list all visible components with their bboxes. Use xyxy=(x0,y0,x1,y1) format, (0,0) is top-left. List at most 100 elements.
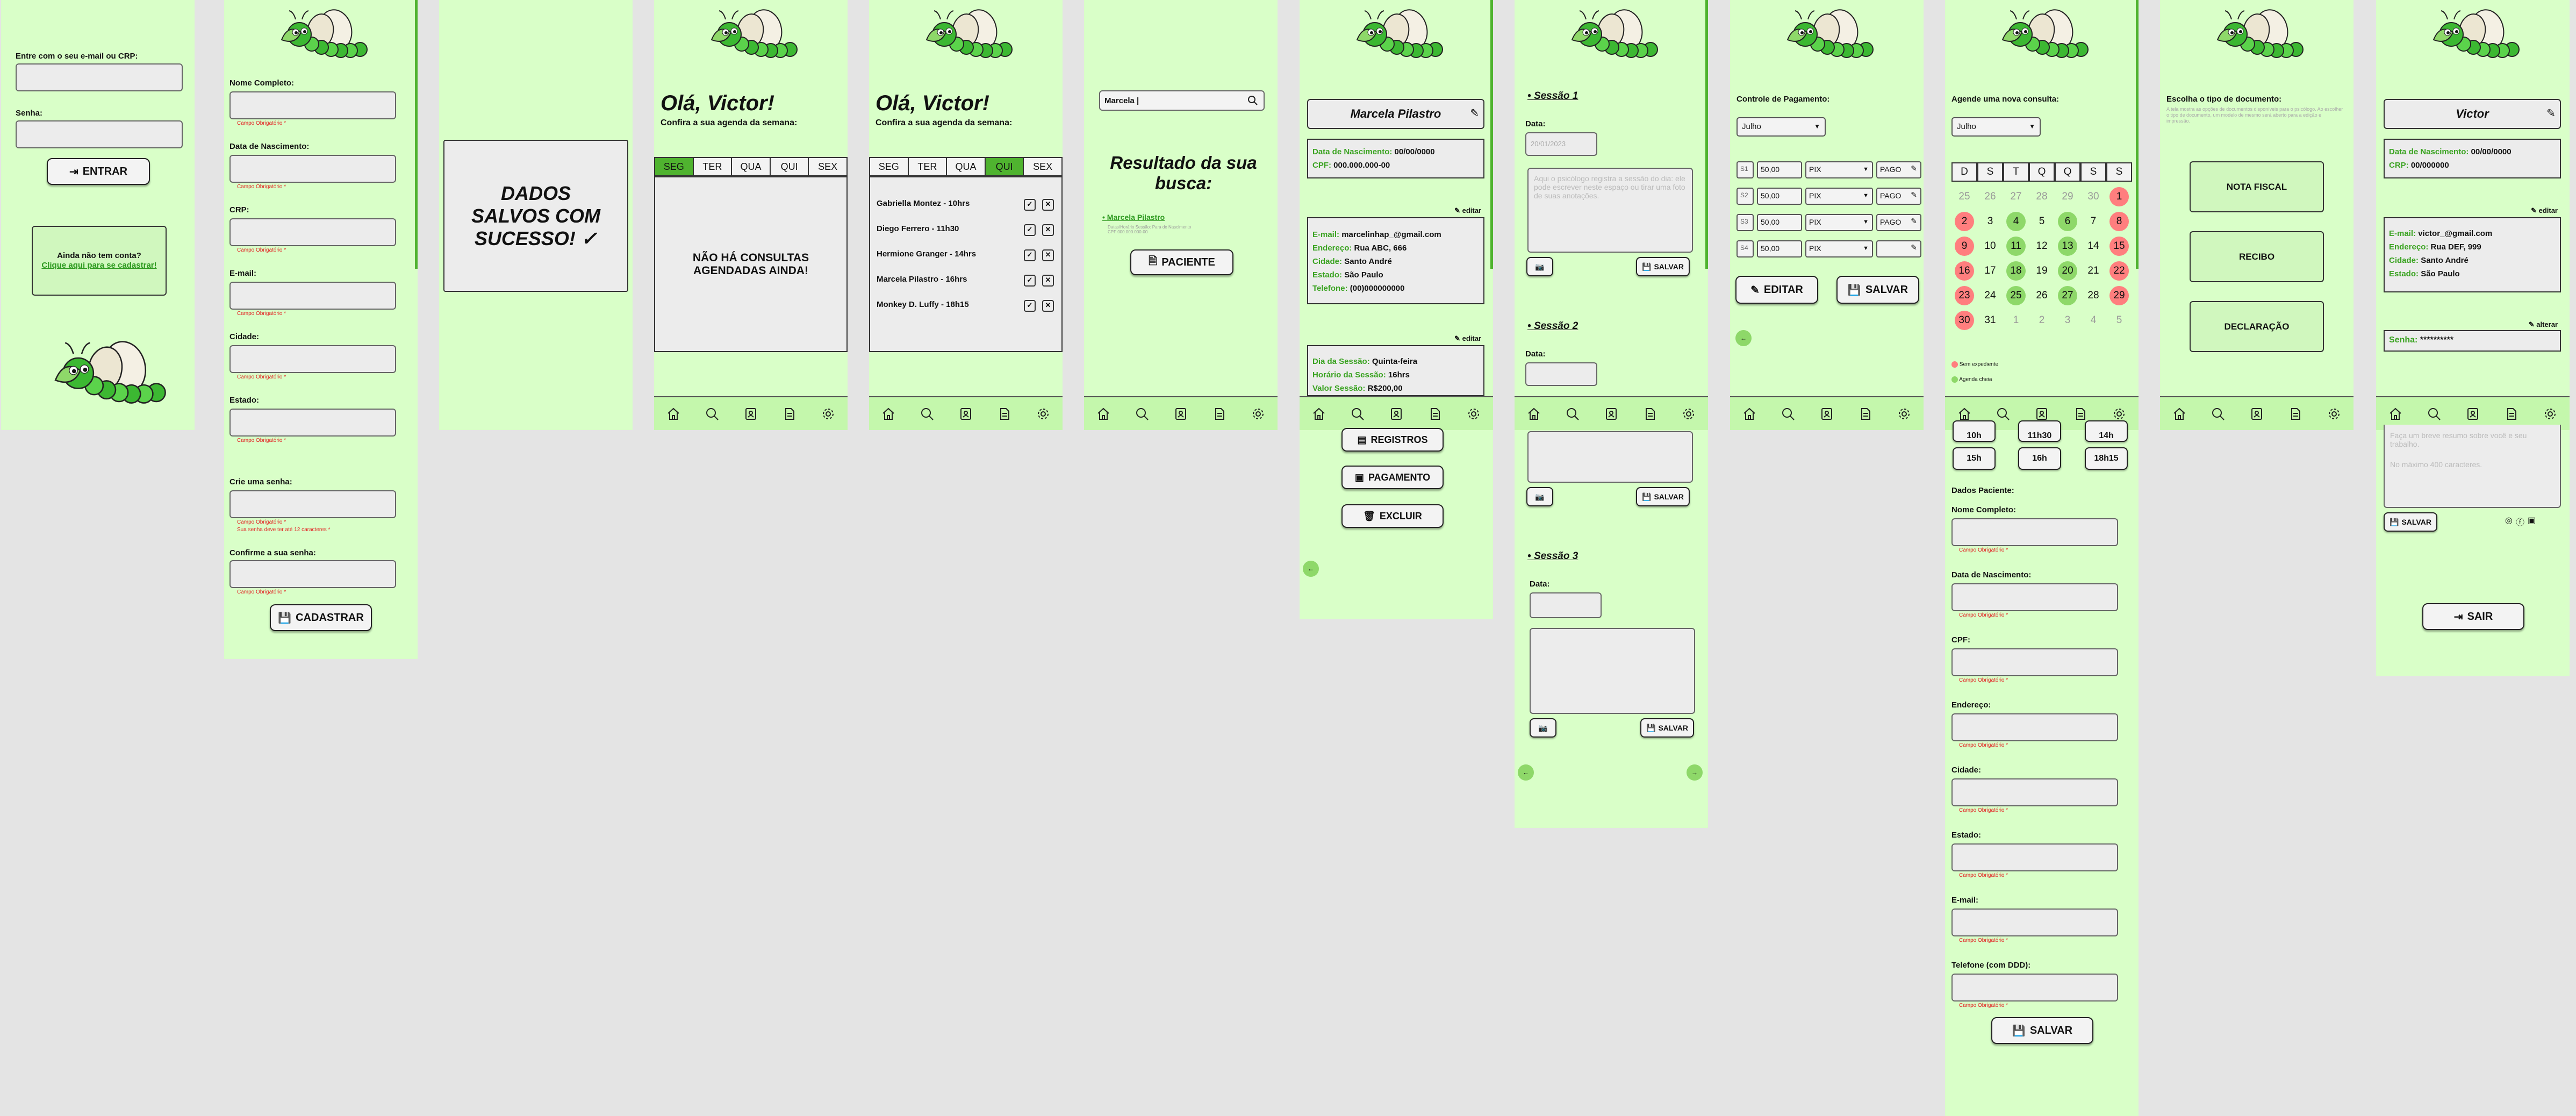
calendar-day[interactable]: 26 xyxy=(2032,286,2051,305)
contacts-icon[interactable] xyxy=(1389,406,1404,421)
save-button[interactable]: 💾 SALVAR xyxy=(1636,257,1690,276)
calendar-day[interactable]: 4 xyxy=(2084,311,2103,330)
search-icon[interactable] xyxy=(1996,406,2011,421)
patient-button[interactable]: 🗎 PACIENTE xyxy=(1130,249,1233,275)
appointment-row[interactable]: Monkey D. Luffy - 18h15 ✓ ✕ xyxy=(877,300,1054,312)
gear-icon[interactable] xyxy=(1036,406,1051,421)
calendar-day[interactable]: 4 xyxy=(2006,212,2026,231)
gear-icon[interactable] xyxy=(2112,406,2127,421)
form-input[interactable] xyxy=(1951,778,2118,806)
calendar-day[interactable]: 5 xyxy=(2109,311,2129,330)
birth-input[interactable] xyxy=(229,155,396,183)
search-icon[interactable] xyxy=(920,406,935,421)
payment-status[interactable]: PAGO ✎ xyxy=(1876,214,1921,231)
calendar-day[interactable]: 25 xyxy=(2006,286,2026,305)
form-input[interactable] xyxy=(1951,583,2118,611)
gear-icon[interactable] xyxy=(1251,406,1266,421)
contacts-icon[interactable] xyxy=(1173,406,1188,421)
pencil-icon[interactable]: ✎ xyxy=(2546,106,2556,120)
appointment-row[interactable]: Marcela Pilastro - 16hrs ✓ ✕ xyxy=(877,275,1054,287)
appointment-row[interactable]: Diego Ferrero - 11h30 ✓ ✕ xyxy=(877,224,1054,236)
calendar-day[interactable]: 31 xyxy=(1981,311,2000,330)
contacts-icon[interactable] xyxy=(2249,406,2264,421)
payment-value[interactable]: 50,00 xyxy=(1757,240,1802,257)
appointment-row[interactable]: Hermione Granger - 14hrs ✓ ✕ xyxy=(877,249,1054,261)
calendar-day[interactable]: 20 xyxy=(2058,261,2077,281)
pencil-icon[interactable]: ✎ xyxy=(1911,217,1917,226)
calendar-day[interactable]: 28 xyxy=(2084,286,2103,305)
document-icon[interactable] xyxy=(997,406,1012,421)
gear-icon[interactable] xyxy=(1681,406,1696,421)
contacts-icon[interactable] xyxy=(1819,406,1834,421)
session-notes[interactable]: Aqui o psicólogo registra a sessão do di… xyxy=(1527,168,1693,253)
calendar-day[interactable]: 26 xyxy=(1981,187,2000,206)
session-notes[interactable] xyxy=(1530,628,1695,714)
state-input[interactable] xyxy=(229,409,396,437)
contacts-icon[interactable] xyxy=(958,406,973,421)
form-input[interactable] xyxy=(1951,843,2118,871)
month-select[interactable]: Julho ▼ xyxy=(1951,117,2041,137)
city-input[interactable] xyxy=(229,345,396,373)
form-input[interactable] xyxy=(1951,713,2118,741)
tab-tuesday[interactable]: TER xyxy=(694,158,733,175)
payment-method[interactable]: PIX ▼ xyxy=(1805,161,1873,178)
tab-wednesday[interactable]: QUA xyxy=(947,158,986,175)
bio-textarea[interactable]: Faça um breve resumo sobre você e seu tr… xyxy=(2384,425,2561,508)
calendar-day[interactable]: 30 xyxy=(2084,187,2103,206)
password-card[interactable]: Senha: ********** xyxy=(2384,330,2561,352)
tab-friday[interactable]: SEX xyxy=(1024,158,1061,175)
cancel-icon[interactable]: ✕ xyxy=(1042,249,1054,261)
home-icon[interactable] xyxy=(1526,406,1541,421)
pencil-icon[interactable]: ✎ xyxy=(1911,190,1917,199)
password-input[interactable] xyxy=(229,490,396,518)
search-icon[interactable] xyxy=(705,406,720,421)
search-icon[interactable] xyxy=(1350,406,1365,421)
calendar-day[interactable]: 23 xyxy=(1955,286,1974,305)
password-input[interactable] xyxy=(16,120,183,148)
payment-method[interactable]: PIX ▼ xyxy=(1805,214,1873,231)
payment-status[interactable]: PAGO ✎ xyxy=(1876,188,1921,205)
tab-monday[interactable]: SEG xyxy=(655,158,694,175)
declaration-option[interactable]: DECLARAÇÃO xyxy=(2190,301,2324,352)
gear-icon[interactable] xyxy=(1897,406,1912,421)
home-icon[interactable] xyxy=(1957,406,1972,421)
payment-value[interactable]: 50,00 xyxy=(1757,188,1802,205)
document-icon[interactable] xyxy=(2073,406,2088,421)
register-button[interactable]: 💾 CADASTRAR xyxy=(270,604,372,631)
calendar-day[interactable]: 7 xyxy=(2084,212,2103,231)
email-input[interactable] xyxy=(16,63,183,91)
calendar-day[interactable]: 1 xyxy=(2109,187,2129,206)
date-input[interactable]: 20/01/2023 xyxy=(1525,132,1597,156)
calendar-day[interactable]: 22 xyxy=(2109,261,2129,281)
records-button[interactable]: ▤ REGISTROS xyxy=(1341,428,1444,452)
enter-button[interactable]: ⇥ ENTRAR xyxy=(47,158,150,185)
gear-icon[interactable] xyxy=(2327,406,2342,421)
calendar-day[interactable]: 19 xyxy=(2032,261,2051,281)
camera-button[interactable]: 📷 xyxy=(1526,487,1553,506)
pencil-icon[interactable]: ✎ xyxy=(1911,243,1917,252)
time-slot[interactable]: 11h30 xyxy=(2018,420,2061,442)
calendar-day[interactable]: 29 xyxy=(2109,286,2129,305)
cancel-icon[interactable]: ✕ xyxy=(1042,224,1054,236)
payment-value[interactable]: 50,00 xyxy=(1757,161,1802,178)
appointment-row[interactable]: Gabriella Montez - 10hrs ✓ ✕ xyxy=(877,199,1054,211)
time-slot[interactable]: 16h xyxy=(2018,447,2061,470)
document-icon[interactable] xyxy=(782,406,797,421)
payment-method[interactable]: PIX ▼ xyxy=(1805,240,1873,257)
confirm-icon[interactable]: ✓ xyxy=(1024,224,1036,236)
payment-value[interactable]: 50,00 xyxy=(1757,214,1802,231)
calendar-day[interactable]: 13 xyxy=(2058,237,2077,256)
calendar-day[interactable]: 21 xyxy=(2084,261,2103,281)
calendar-day[interactable]: 28 xyxy=(2032,187,2051,206)
delete-button[interactable]: 🗑 EXCLUIR xyxy=(1341,504,1444,528)
document-icon[interactable] xyxy=(1858,406,1873,421)
facebook-icon[interactable]: ⓕ xyxy=(2516,515,2524,528)
tab-friday[interactable]: SEX xyxy=(809,158,846,175)
time-slot[interactable]: 18h15 xyxy=(2085,447,2128,470)
confirm-icon[interactable]: ✓ xyxy=(1024,300,1036,312)
cancel-icon[interactable]: ✕ xyxy=(1042,199,1054,211)
save-button[interactable]: 💾 SALVAR xyxy=(1836,276,1919,304)
search-icon[interactable] xyxy=(1565,406,1580,421)
calendar-day[interactable]: 12 xyxy=(2032,237,2051,256)
document-icon[interactable] xyxy=(1427,406,1443,421)
